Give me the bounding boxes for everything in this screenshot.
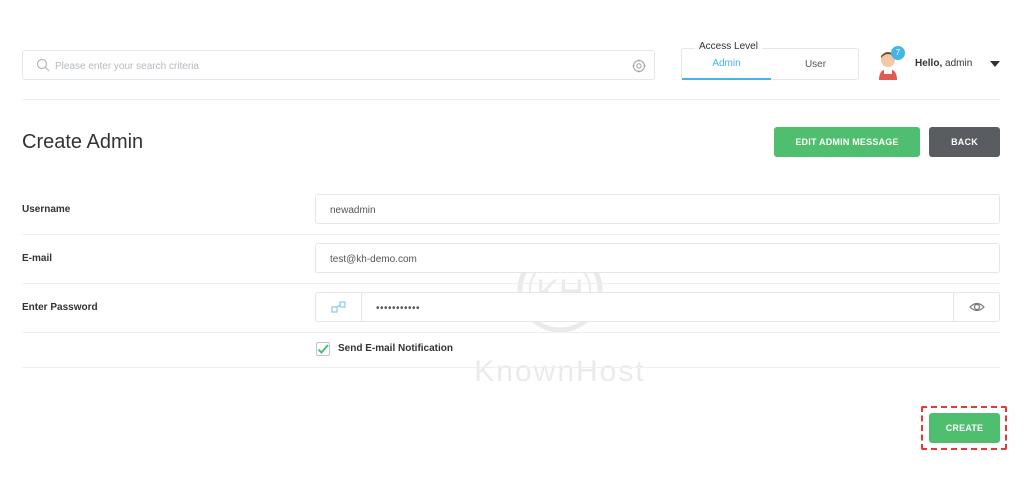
search-input[interactable]: [55, 56, 615, 76]
send-email-notification-checkbox[interactable]: [316, 342, 330, 356]
gear-icon[interactable]: [632, 59, 646, 73]
eye-icon: [969, 302, 985, 312]
greeting-username: admin: [945, 58, 973, 69]
search-box[interactable]: [22, 50, 655, 80]
notification-badge[interactable]: 7: [891, 46, 905, 60]
generate-password-icon: [331, 301, 346, 313]
back-button[interactable]: BACK: [929, 127, 1000, 157]
email-row: E-mail: [22, 243, 1000, 283]
watermark-text: KnownHost: [474, 355, 646, 388]
divider: [22, 234, 1000, 235]
divider: [22, 99, 1000, 100]
username-field[interactable]: [315, 194, 1000, 224]
password-row: Enter Password: [22, 292, 1000, 332]
username-input[interactable]: [330, 200, 930, 220]
greeting-hello: Hello,: [915, 58, 943, 69]
password-field: [315, 292, 1000, 322]
top-bar: Access Level Admin User 7 Hello, admin: [22, 38, 1002, 88]
check-icon: [317, 344, 329, 354]
access-level-user[interactable]: User: [771, 49, 860, 80]
edit-admin-message-button[interactable]: EDIT ADMIN MESSAGE: [774, 127, 920, 157]
access-level-admin[interactable]: Admin: [682, 49, 771, 80]
divider: [22, 332, 1000, 333]
password-input[interactable]: [376, 298, 916, 318]
email-field[interactable]: [315, 243, 1000, 273]
generate-password-button[interactable]: [316, 293, 362, 321]
username-label: Username: [22, 204, 71, 215]
send-email-notification-label: Send E-mail Notification: [338, 343, 454, 354]
user-menu[interactable]: 7 Hello, admin: [875, 46, 1005, 82]
toggle-password-visibility-button[interactable]: [953, 293, 999, 321]
greeting: Hello, admin: [915, 58, 972, 69]
username-row: Username: [22, 194, 1000, 234]
divider: [22, 283, 1000, 284]
create-button[interactable]: CREATE: [929, 413, 1000, 443]
divider: [22, 367, 1000, 368]
password-label: Enter Password: [22, 302, 98, 313]
chevron-down-icon[interactable]: [990, 61, 1000, 67]
email-label: E-mail: [22, 253, 53, 264]
access-level-switch: Access Level Admin User: [681, 41, 860, 80]
page-title: Create Admin: [22, 131, 144, 153]
email-input[interactable]: [330, 249, 930, 269]
search-icon: [36, 58, 50, 72]
